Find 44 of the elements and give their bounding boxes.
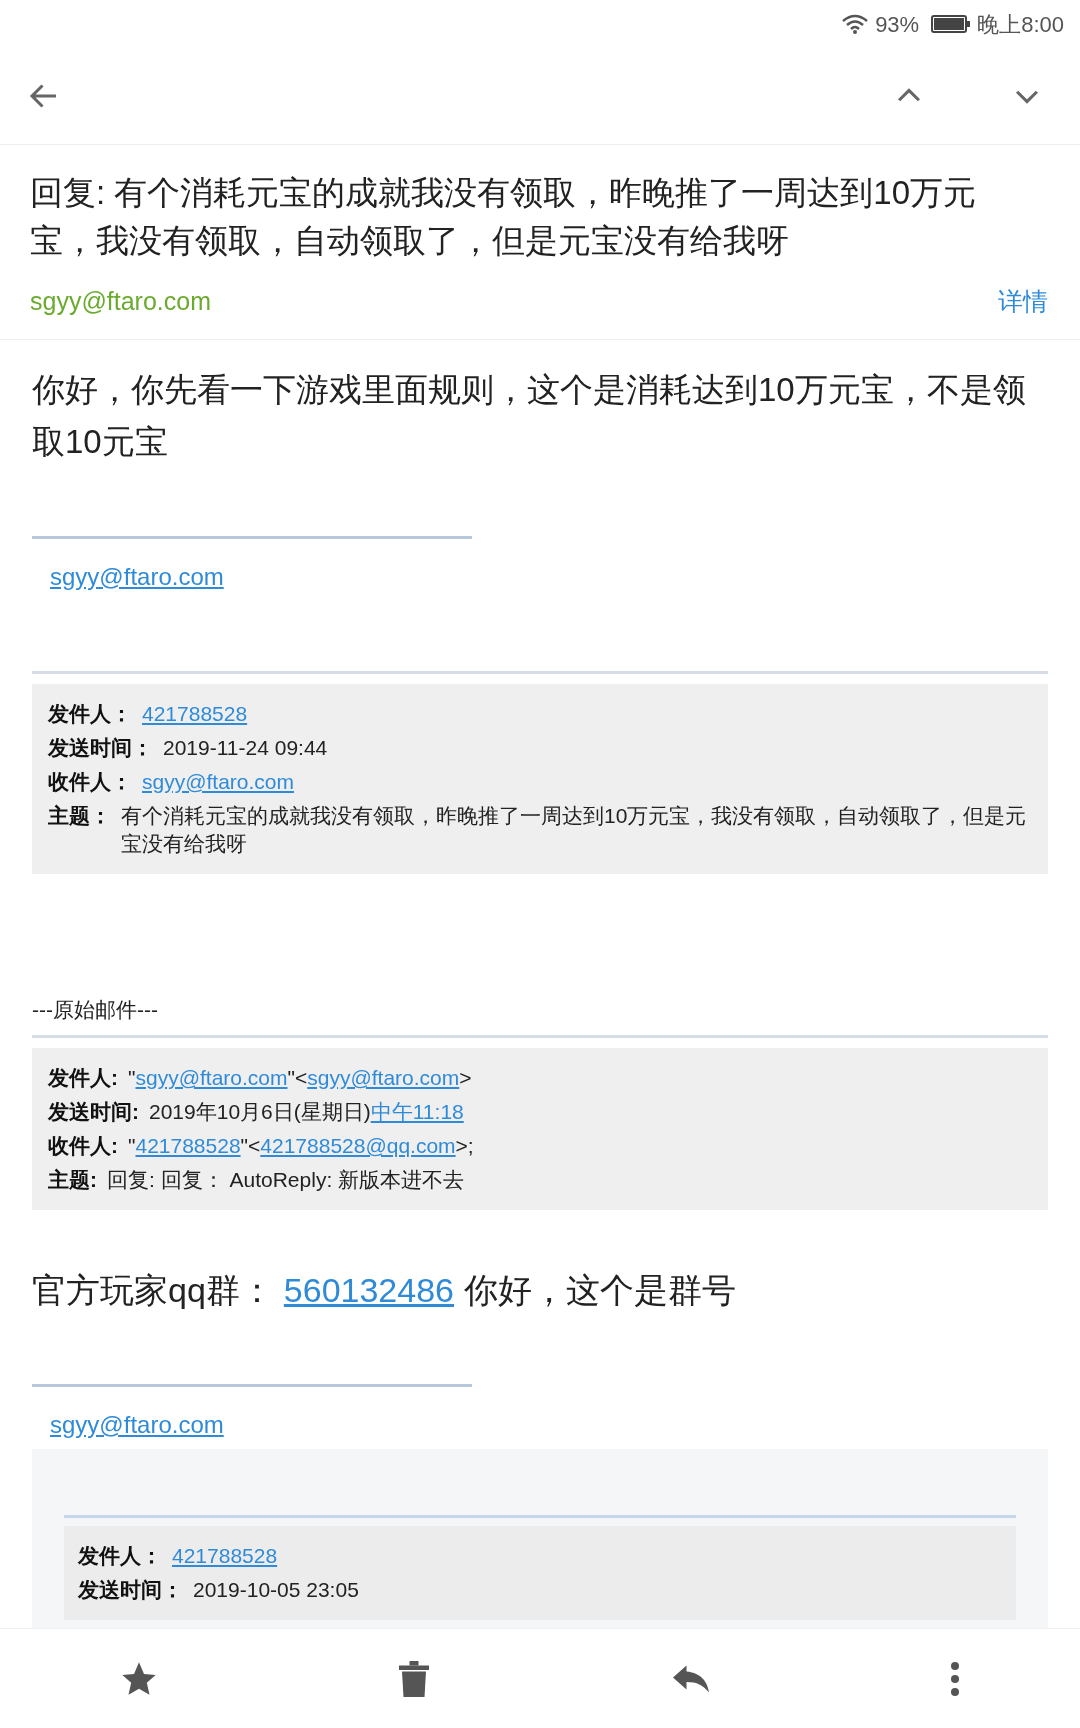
signature-link[interactable]: sgyy@ftaro.com <box>50 562 224 590</box>
link[interactable]: 421788528 <box>142 699 248 728</box>
field-label: 主题: <box>48 1167 97 1193</box>
text: 有个消耗元宝的成就我没有领取，昨晚推了一周达到10万元宝，我没有领取，自动领取了，但是元宝没有给我呀 <box>121 802 1028 857</box>
text: 2019-10-05 23:05 <box>193 1577 359 1603</box>
signature-link[interactable]: sgyy@ftaro.com <box>50 1411 224 1438</box>
link[interactable]: 中午11:18 <box>370 1098 464 1126</box>
text: 2019年10月6日(星期日) <box>149 1099 371 1125</box>
text: 2019-11-24 09:44 <box>163 734 328 761</box>
sender-address: sgyy@ftaro.com <box>30 286 211 317</box>
text: > <box>459 1065 472 1091</box>
field-label: 发件人: <box>48 1065 118 1091</box>
field-label: 发送时间: <box>48 1099 139 1125</box>
field-label: 收件人: <box>48 1133 118 1159</box>
link[interactable]: sgyy@ftaro.com <box>135 1064 288 1092</box>
text: 回复: 回复： AutoReply: 新版本进不去 <box>107 1167 465 1193</box>
field-label: 发件人： <box>78 1543 162 1569</box>
link[interactable]: 421788528 <box>135 1132 241 1160</box>
link[interactable]: 421788528@qq.com <box>260 1132 456 1160</box>
more-icon[interactable] <box>949 1660 962 1697</box>
details-link[interactable]: 详情 <box>998 283 1050 321</box>
field-label: 主题： <box>48 802 111 829</box>
field-label: 发送时间： <box>78 1577 183 1603</box>
text: "< <box>240 1133 261 1159</box>
text: 你好，这个是群号 <box>464 1270 736 1311</box>
field-label: 发件人： <box>48 700 132 727</box>
field-label: 收件人： <box>48 768 132 795</box>
text: " <box>128 1133 136 1159</box>
link[interactable]: 421788528 <box>172 1542 278 1570</box>
text: "< <box>287 1065 308 1091</box>
link[interactable]: sgyy@ftaro.com <box>142 767 295 796</box>
text: >; <box>455 1133 474 1159</box>
separator-text: ---原始邮件--- <box>32 997 158 1021</box>
text: 官方玩家qq群： <box>32 1270 274 1311</box>
battery-icon <box>931 14 972 34</box>
battery-percent: 93% <box>875 10 920 39</box>
link[interactable]: sgyy@ftaro.com <box>307 1064 460 1092</box>
wifi-icon <box>841 13 870 35</box>
clock: 晚上8:00 <box>977 10 1064 39</box>
message-text: 你好，你先看一下游戏里面规则，这个是消耗达到10万元宝，不是领取10元宝 <box>32 369 1027 462</box>
email-subject: 回复: 有个消耗元宝的成就我没有领取，昨晚推了一周达到10万元宝，我没有领取，自动领取了，但是元宝没有给我呀 <box>30 173 978 261</box>
link[interactable]: 560132486 <box>283 1265 454 1316</box>
field-label: 发送时间： <box>48 734 153 761</box>
text: " <box>128 1065 136 1091</box>
